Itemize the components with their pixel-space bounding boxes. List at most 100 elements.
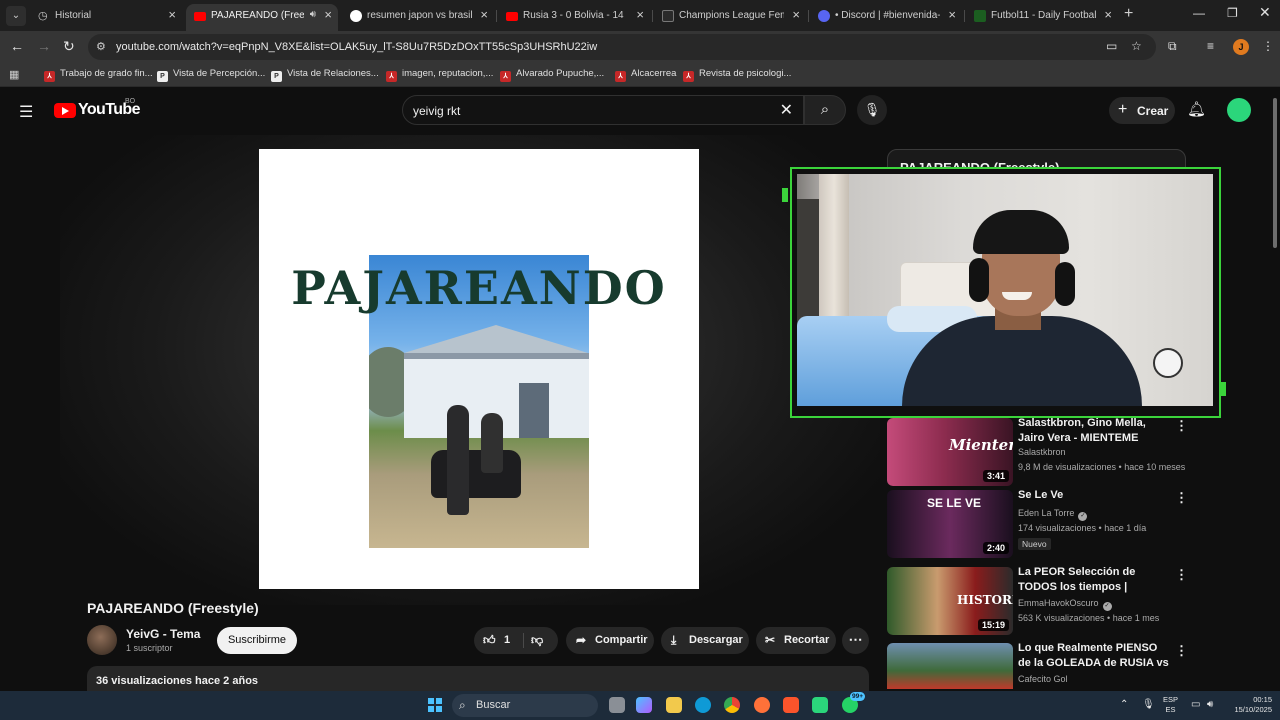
site-info-icon[interactable]: ⚙ bbox=[96, 40, 106, 53]
minimize-icon[interactable]: — bbox=[1193, 6, 1205, 20]
tab-youtube-video[interactable]: PAJAREANDO (Freestyle) 🔊︎ × bbox=[186, 4, 338, 31]
share-button[interactable]: ➦ Compartir bbox=[566, 627, 654, 654]
tab-google-search[interactable]: resumen japon vs brasil - Bu × bbox=[342, 4, 494, 31]
restore-icon[interactable]: ❐ bbox=[1227, 6, 1238, 20]
resize-handle-left[interactable] bbox=[782, 188, 788, 202]
more-vertical-icon[interactable]: ⋮ bbox=[1175, 418, 1188, 434]
edge-icon[interactable] bbox=[695, 697, 711, 713]
extensions-icon[interactable]: ⧉ bbox=[1168, 39, 1177, 54]
voice-search-button[interactable]: 🎙︎ bbox=[857, 95, 887, 125]
window-close-icon[interactable]: ✕ bbox=[1259, 4, 1271, 21]
system-clock[interactable]: 00:15 15/10/2025 bbox=[1226, 695, 1272, 715]
recommended-video[interactable]: Lo que Realmente PIENSO de la GOLEADA de… bbox=[887, 641, 1188, 689]
task-view-icon[interactable] bbox=[609, 697, 625, 713]
recommended-video[interactable]: SE LE VE 2:40 Se Le Ve Eden La Torre ✓ 17… bbox=[887, 488, 1188, 558]
menu-icon[interactable]: ☰ bbox=[19, 102, 33, 122]
channel-avatar[interactable] bbox=[87, 625, 117, 655]
url-text[interactable]: youtube.com/watch?v=eqPnpN_V8XE&list=OLA… bbox=[116, 41, 597, 53]
video-thumbnail[interactable]: SE LE VE 2:40 bbox=[887, 490, 1013, 558]
video-thumbnail[interactable] bbox=[887, 643, 1013, 689]
bookmark-item[interactable]: ⅄ imagen, reputacion,... bbox=[386, 68, 493, 82]
more-actions-button[interactable]: ⋯ bbox=[842, 627, 869, 654]
video-title[interactable]: La PEOR Selección de TODOS los tiempos |… bbox=[1018, 565, 1170, 595]
tab-futbol11[interactable]: Futbol11 - Daily Football Q × bbox=[966, 4, 1118, 31]
address-bar[interactable]: ⚙ youtube.com/watch?v=eqPnpN_V8XE&list=O… bbox=[88, 34, 1156, 60]
close-icon[interactable]: × bbox=[948, 7, 956, 22]
close-icon[interactable]: × bbox=[480, 7, 488, 22]
input-language[interactable]: ESP ES bbox=[1163, 695, 1178, 715]
bookmark-star-icon[interactable]: ☆ bbox=[1131, 39, 1142, 53]
bookmark-item[interactable]: P Vista de Percepción... bbox=[157, 68, 265, 82]
search-button[interactable]: ⌕ bbox=[804, 95, 846, 125]
like-button[interactable]: 👍︎ bbox=[483, 633, 496, 648]
channel-name[interactable]: Salastkbron bbox=[1018, 447, 1066, 457]
recommended-video[interactable]: HISTORIA 15:19 La PEOR Selección de TODO… bbox=[887, 565, 1188, 635]
firefox-icon[interactable] bbox=[754, 697, 770, 713]
windows-start-icon[interactable] bbox=[428, 698, 442, 712]
forward-icon[interactable]: → bbox=[37, 38, 51, 54]
profile-avatar[interactable]: J bbox=[1233, 39, 1249, 55]
video-thumbnail[interactable]: HISTORIA 15:19 bbox=[887, 567, 1013, 635]
back-icon[interactable]: ← bbox=[10, 38, 24, 54]
dislike-button[interactable]: 👎︎ bbox=[531, 633, 543, 648]
close-icon[interactable]: × bbox=[636, 7, 644, 22]
volume-icon[interactable]: 🔊︎ bbox=[1207, 699, 1213, 710]
network-icon[interactable]: ▭ bbox=[1191, 699, 1200, 710]
tray-chevron-icon[interactable]: ⌃ bbox=[1120, 699, 1128, 710]
tab-historial[interactable]: ◷ Historial × bbox=[30, 4, 182, 31]
video-player[interactable]: PAJAREANDO bbox=[259, 149, 699, 589]
bookmark-item[interactable]: P Vista de Relaciones... bbox=[271, 68, 379, 82]
close-icon[interactable]: × bbox=[1104, 7, 1112, 22]
chrome-menu-icon[interactable]: ⋮ bbox=[1262, 39, 1274, 53]
page-scrollbar[interactable] bbox=[1272, 96, 1278, 688]
tab-discord[interactable]: • Discord | #bienvenida-y- × bbox=[810, 4, 962, 31]
new-tab-button[interactable]: + bbox=[1124, 5, 1133, 23]
bookmark-item[interactable]: ⅄ Alvarado Pupuche,... bbox=[500, 68, 604, 82]
channel-name[interactable]: Cafecito Gol bbox=[1018, 674, 1068, 684]
reload-icon[interactable]: ↻ bbox=[63, 38, 75, 55]
chrome-icon[interactable] bbox=[724, 697, 740, 713]
more-vertical-icon[interactable]: ⋮ bbox=[1175, 567, 1188, 583]
microphone-icon[interactable]: 🎙︎ bbox=[1142, 699, 1155, 710]
brave-icon[interactable] bbox=[783, 697, 799, 713]
scrollbar-thumb[interactable] bbox=[1273, 98, 1277, 248]
notifications-bell-icon[interactable]: 🔔︎ bbox=[1187, 100, 1206, 118]
search-input[interactable]: yeivig rkt bbox=[413, 104, 460, 118]
search-field[interactable]: yeivig rkt ✕ bbox=[402, 95, 804, 125]
account-avatar[interactable] bbox=[1227, 98, 1251, 122]
download-button[interactable]: ⤓ Descargar bbox=[661, 627, 749, 654]
create-button[interactable]: + Crear bbox=[1109, 97, 1175, 124]
more-vertical-icon[interactable]: ⋮ bbox=[1175, 643, 1188, 659]
close-icon[interactable]: × bbox=[792, 7, 800, 22]
bookmark-item[interactable]: ⅄ Revista de psicologi... bbox=[683, 68, 791, 82]
close-icon[interactable]: × bbox=[168, 7, 176, 22]
channel-line[interactable]: EmmaHavokOscuro ✓ bbox=[1018, 598, 1112, 611]
bookmark-item[interactable]: ⅄ Alcacerrea bbox=[615, 68, 676, 82]
file-explorer-icon[interactable] bbox=[666, 697, 682, 713]
video-title[interactable]: Salastkbron, Gino Mella, Jairo Vera - MI… bbox=[1018, 416, 1170, 446]
recommended-video[interactable]: Mienteme 3:41 Salastkbron, Gino Mella, J… bbox=[887, 416, 1188, 486]
bookmark-item[interactable]: ⅄ Trabajo de grado fin... bbox=[44, 68, 153, 82]
speaker-icon[interactable]: 🔊︎ bbox=[310, 9, 316, 20]
video-title[interactable]: Se Le Ve bbox=[1018, 488, 1170, 503]
app-icon[interactable] bbox=[812, 697, 828, 713]
clear-search-icon[interactable]: ✕ bbox=[780, 100, 793, 120]
clip-button[interactable]: ✂ Recortar bbox=[756, 627, 836, 654]
apps-grid-icon[interactable]: ▦ bbox=[9, 68, 19, 81]
channel-name[interactable]: YeivG - Tema bbox=[126, 627, 200, 641]
copilot-icon[interactable] bbox=[636, 697, 652, 713]
tab-rusia-bolivia[interactable]: Rusia 3 - 0 Bolivia - 14 × bbox=[498, 4, 650, 31]
video-thumbnail[interactable]: Mienteme 3:41 bbox=[887, 418, 1013, 486]
tab-search-button[interactable]: ⌄ bbox=[6, 6, 26, 26]
tab-champions-league[interactable]: Champions League Femenina × bbox=[654, 4, 806, 31]
cast-icon[interactable]: ▭ bbox=[1106, 39, 1117, 53]
close-icon[interactable]: × bbox=[324, 7, 332, 22]
channel-line[interactable]: Eden La Torre ✓ bbox=[1018, 508, 1088, 521]
subscribe-button[interactable]: Suscribirme bbox=[217, 627, 297, 654]
more-vertical-icon[interactable]: ⋮ bbox=[1175, 490, 1188, 506]
resize-handle-right[interactable] bbox=[1220, 382, 1226, 396]
whatsapp-icon[interactable]: 99+ bbox=[842, 692, 866, 713]
video-title[interactable]: Lo que Realmente PIENSO de la GOLEADA de… bbox=[1018, 641, 1170, 671]
media-control-icon[interactable]: ≡ bbox=[1207, 39, 1214, 53]
taskbar-search[interactable]: ⌕ Buscar bbox=[452, 694, 598, 717]
